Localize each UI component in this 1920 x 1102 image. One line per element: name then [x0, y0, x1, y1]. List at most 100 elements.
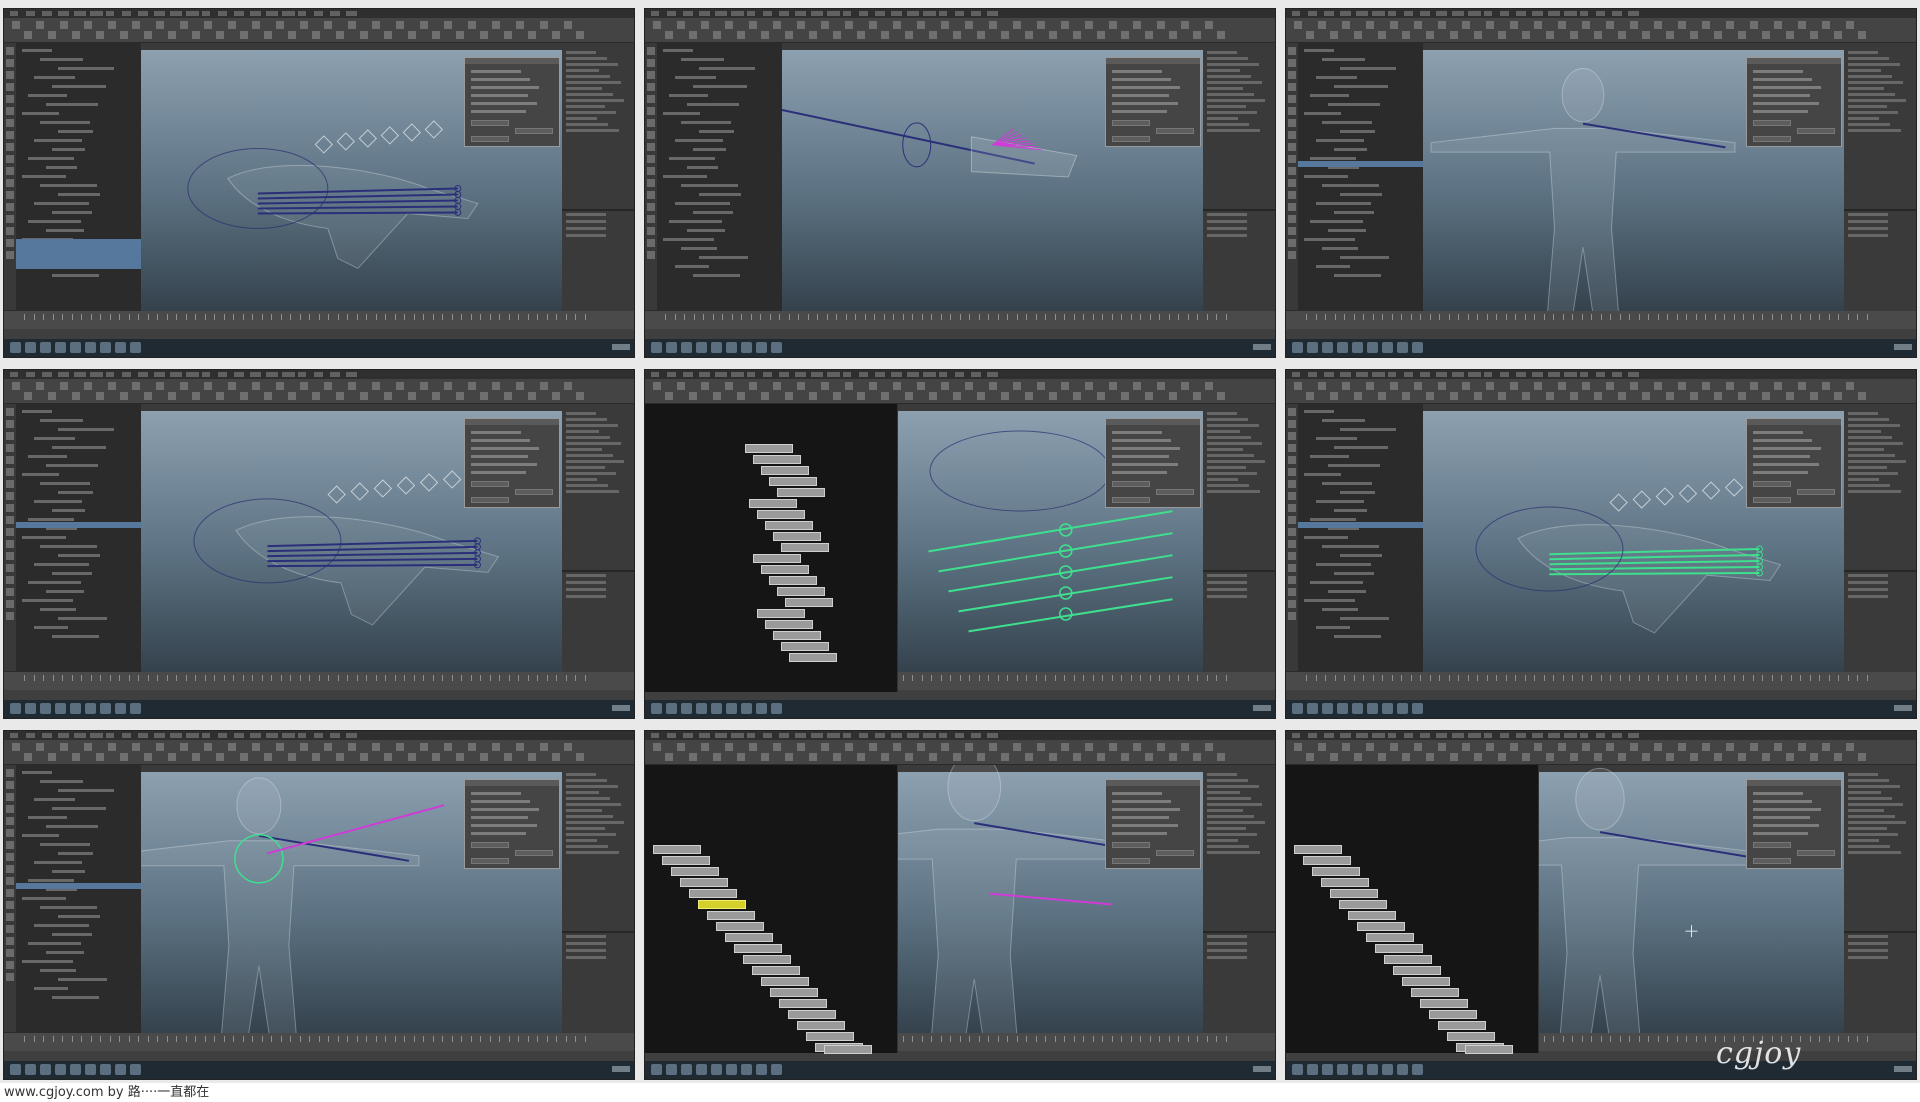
menu-item[interactable] — [26, 733, 35, 738]
outliner-item[interactable] — [1310, 220, 1363, 223]
tool-icon[interactable] — [6, 155, 14, 163]
hierarchy-node[interactable] — [1429, 1010, 1477, 1019]
window-title-bar[interactable] — [1747, 58, 1841, 64]
tool-icon[interactable] — [647, 83, 655, 91]
outliner-item[interactable] — [52, 211, 92, 214]
menu-item[interactable] — [138, 372, 148, 377]
shelf-tool-icon[interactable] — [504, 392, 512, 400]
taskbar-app-icon[interactable] — [70, 1064, 81, 1075]
shelf-tool-icon[interactable] — [1666, 31, 1674, 39]
shelf-tool-icon[interactable] — [1330, 392, 1338, 400]
shelf-tool-icon[interactable] — [941, 21, 949, 29]
channel-row[interactable] — [1207, 827, 1246, 830]
shelf-tool-icon[interactable] — [1001, 31, 1009, 39]
menu-item[interactable] — [907, 11, 919, 16]
shelf-tool-icon[interactable] — [1217, 753, 1225, 761]
shelf-tool-icon[interactable] — [360, 31, 368, 39]
window-button[interactable] — [1797, 489, 1835, 495]
channel-row[interactable] — [566, 430, 599, 433]
outliner-item[interactable] — [58, 852, 93, 855]
shelf-tool-icon[interactable] — [761, 392, 769, 400]
window-button[interactable] — [471, 497, 509, 503]
shelf-tool-icon[interactable] — [1798, 743, 1806, 751]
hierarchy-node[interactable] — [680, 878, 728, 887]
hierarchy-node[interactable] — [689, 889, 737, 898]
outliner-item[interactable] — [1328, 229, 1366, 232]
taskbar-app-icon[interactable] — [741, 1064, 752, 1075]
shelf-tool-icon[interactable] — [1558, 743, 1566, 751]
taskbar-app-icon[interactable] — [1352, 342, 1363, 353]
taskbar-app-icon[interactable] — [130, 1064, 141, 1075]
shelf-tool-icon[interactable] — [1834, 31, 1842, 39]
shelf-tool-icon[interactable] — [1366, 382, 1374, 390]
shelf-tool-icon[interactable] — [1834, 392, 1842, 400]
outliner-item[interactable] — [22, 112, 59, 115]
window-setting-row[interactable] — [1753, 816, 1810, 819]
menu-item[interactable] — [891, 733, 902, 738]
shelf-tool-icon[interactable] — [288, 753, 296, 761]
shelf-tool-icon[interactable] — [1798, 21, 1806, 29]
tool-icon[interactable] — [6, 588, 14, 596]
shelf-tool-icon[interactable] — [240, 753, 248, 761]
tool-icon[interactable] — [6, 59, 14, 67]
shelf-tool-icon[interactable] — [1318, 21, 1326, 29]
shelf-tool-icon[interactable] — [228, 743, 236, 751]
window-setting-row[interactable] — [1753, 447, 1821, 450]
shelf-tool-icon[interactable] — [1810, 392, 1818, 400]
taskbar-app-icon[interactable] — [85, 1064, 96, 1075]
menu-item[interactable] — [923, 733, 936, 738]
shelf-tool-icon[interactable] — [1414, 21, 1422, 29]
menu-item[interactable] — [1452, 733, 1464, 738]
taskbar-app-icon[interactable] — [115, 342, 126, 353]
outliner-item[interactable] — [58, 978, 107, 981]
menu-item[interactable] — [1292, 372, 1300, 377]
outliner-item[interactable] — [46, 166, 77, 169]
menu-item[interactable] — [1516, 11, 1526, 16]
shelf-tool-icon[interactable] — [1157, 21, 1165, 29]
taskbar-app-icon[interactable] — [681, 342, 692, 353]
channel-row[interactable] — [566, 478, 597, 481]
channel-row[interactable] — [1848, 791, 1881, 794]
menu-item[interactable] — [875, 11, 885, 16]
shelf-tool-icon[interactable] — [504, 753, 512, 761]
time-slider[interactable] — [1286, 310, 1916, 329]
outliner-item[interactable] — [1334, 85, 1388, 88]
shelf-tool-icon[interactable] — [192, 753, 200, 761]
shelf-tool-icon[interactable] — [552, 392, 560, 400]
shelf-tool-icon[interactable] — [432, 392, 440, 400]
menu-item[interactable] — [1372, 372, 1385, 377]
menu-item[interactable] — [811, 733, 823, 738]
tool-settings-window[interactable] — [1746, 779, 1842, 869]
hierarchy-node[interactable] — [777, 587, 825, 596]
taskbar-app-icon[interactable] — [741, 342, 752, 353]
shelf-tool-icon[interactable] — [96, 392, 104, 400]
window-setting-row[interactable] — [1753, 70, 1803, 73]
shelf-tool-icon[interactable] — [204, 21, 212, 29]
window-title-bar[interactable] — [465, 419, 559, 425]
menu-item[interactable] — [1404, 733, 1413, 738]
channel-row[interactable] — [1207, 797, 1251, 800]
outliner-item[interactable] — [28, 518, 74, 521]
shelf-tool-icon[interactable] — [1354, 392, 1362, 400]
outliner-item[interactable] — [40, 969, 76, 972]
channel-row[interactable] — [1848, 827, 1887, 830]
menu-item[interactable] — [747, 733, 755, 738]
shelf-tool-icon[interactable] — [108, 21, 116, 29]
shelf-tool-icon[interactable] — [456, 392, 464, 400]
menu-item[interactable] — [202, 372, 210, 377]
hierarchy-node[interactable] — [1402, 977, 1450, 986]
tool-icon[interactable] — [6, 516, 14, 524]
shelf-tool-icon[interactable] — [725, 743, 733, 751]
menu-item[interactable] — [1500, 733, 1509, 738]
menu-item[interactable] — [859, 733, 868, 738]
menu-item[interactable] — [314, 733, 323, 738]
outliner-item[interactable] — [34, 500, 82, 503]
tool-icon[interactable] — [1288, 528, 1296, 536]
outliner-item[interactable] — [22, 536, 66, 539]
shelf-tool-icon[interactable] — [300, 21, 308, 29]
display-layer-row[interactable] — [566, 213, 606, 216]
shelf-tool-icon[interactable] — [1570, 392, 1578, 400]
window-setting-row[interactable] — [1112, 94, 1169, 97]
shelf-tool-icon[interactable] — [552, 31, 560, 39]
outliner-item[interactable] — [1322, 419, 1365, 422]
